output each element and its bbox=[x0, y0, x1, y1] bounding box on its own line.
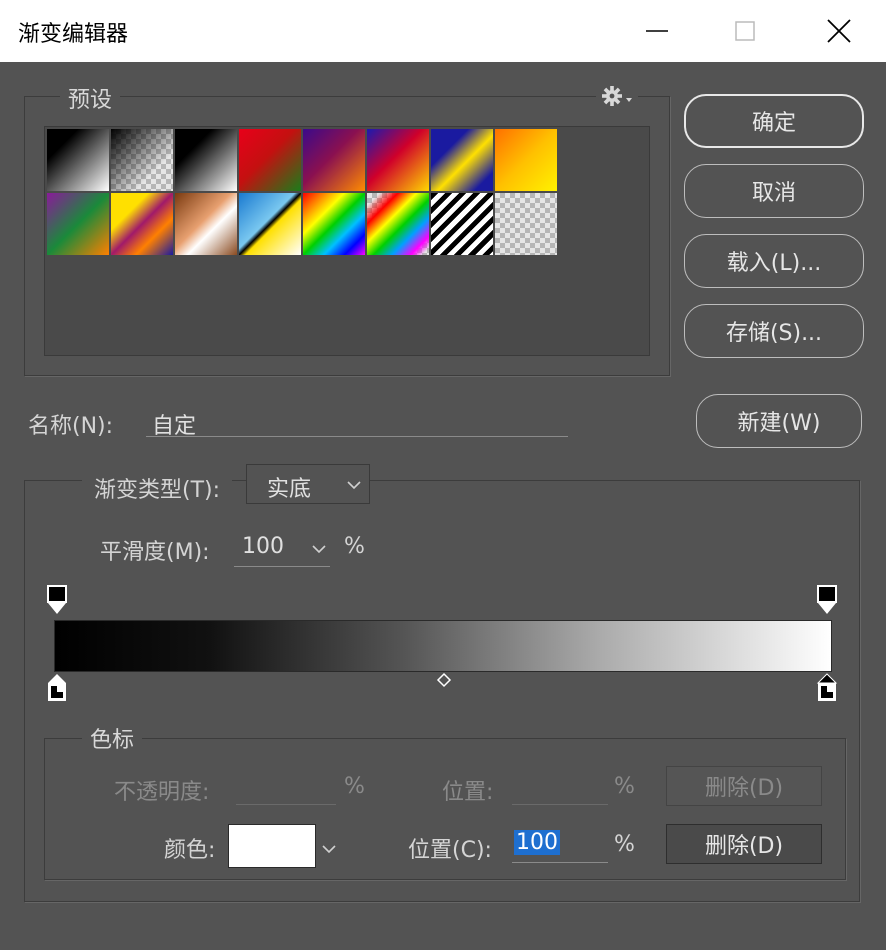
color-delete-button[interactable]: 删除(D) bbox=[666, 824, 822, 864]
name-label: 名称(N): bbox=[28, 414, 114, 439]
color-stop-left[interactable] bbox=[46, 672, 68, 704]
close-icon bbox=[827, 19, 851, 43]
name-underline bbox=[146, 436, 568, 437]
presets-menu-button[interactable] bbox=[596, 84, 638, 112]
color-swatch[interactable] bbox=[228, 824, 316, 868]
preset-blue-red-yellow[interactable] bbox=[367, 129, 429, 191]
presets-list[interactable] bbox=[44, 126, 650, 356]
smoothness-unit: % bbox=[344, 534, 365, 559]
smoothness-underline bbox=[234, 566, 330, 567]
new-button[interactable]: 新建(W) bbox=[696, 394, 862, 448]
midpoint-diamond[interactable] bbox=[436, 672, 452, 688]
preset-red-green[interactable] bbox=[239, 129, 301, 191]
color-label: 颜色: bbox=[164, 838, 216, 863]
opacity-label: 不透明度: bbox=[114, 780, 210, 805]
window-title: 渐变编辑器 bbox=[18, 22, 129, 47]
color-stop-right[interactable] bbox=[816, 672, 838, 704]
preset-copper[interactable] bbox=[175, 193, 237, 255]
opacity-input[interactable] bbox=[236, 804, 336, 805]
cancel-button[interactable]: 取消 bbox=[684, 164, 864, 218]
opacity-stop-left[interactable] bbox=[46, 584, 68, 616]
opacity-delete-button[interactable]: 删除(D) bbox=[666, 766, 822, 806]
smoothness-input[interactable]: 100 bbox=[242, 534, 284, 559]
opacity-location-unit: % bbox=[614, 774, 635, 799]
load-button[interactable]: 载入(L)... bbox=[684, 234, 864, 288]
minimize-button[interactable] bbox=[634, 8, 680, 54]
opacity-unit: % bbox=[344, 774, 365, 799]
color-location-underline bbox=[512, 862, 608, 863]
gradient-type-select[interactable]: 实底 bbox=[246, 464, 370, 504]
ok-button[interactable]: 确定 bbox=[684, 94, 864, 148]
color-dropdown-icon[interactable] bbox=[322, 844, 336, 854]
preset-chrome[interactable] bbox=[239, 193, 301, 255]
close-button[interactable] bbox=[816, 8, 862, 54]
opacity-stop-right[interactable] bbox=[816, 584, 838, 616]
gradient-type-value: 实底 bbox=[267, 477, 312, 502]
preset-violet-green-orange[interactable] bbox=[47, 193, 109, 255]
stops-legend: 色标 bbox=[82, 722, 143, 754]
preset-blue-yellow-blue[interactable] bbox=[431, 129, 493, 191]
gradient-preview-bar[interactable] bbox=[54, 620, 832, 672]
chevron-down-icon bbox=[347, 481, 361, 490]
opacity-location-label: 位置: bbox=[442, 780, 494, 805]
maximize-button[interactable] bbox=[722, 8, 768, 54]
gear-icon bbox=[602, 86, 632, 106]
minimize-icon bbox=[646, 30, 668, 32]
preset-black-white[interactable] bbox=[175, 129, 237, 191]
color-location-input[interactable]: 100 bbox=[514, 830, 560, 855]
save-button[interactable]: 存储(S)... bbox=[684, 304, 864, 358]
color-location-unit: % bbox=[614, 832, 635, 857]
preset-orange-yellow[interactable] bbox=[495, 129, 557, 191]
title-bar: 渐变编辑器 bbox=[0, 0, 886, 62]
opacity-location-input[interactable] bbox=[512, 804, 608, 805]
dialog-body: 预设 确定 取消 载入(L)... 存储(S)... 名称(N): 自定 新建(… bbox=[2, 62, 884, 948]
preset-foreground-background[interactable] bbox=[47, 129, 109, 191]
color-location-label: 位置(C): bbox=[408, 838, 492, 863]
maximize-icon bbox=[735, 21, 755, 41]
presets-legend: 预设 bbox=[60, 82, 121, 114]
preset-spectrum[interactable] bbox=[303, 193, 365, 255]
smoothness-dropdown-icon[interactable] bbox=[312, 544, 326, 554]
preset-neutral-density[interactable] bbox=[495, 193, 557, 255]
preset-transparent-rainbow[interactable] bbox=[367, 193, 429, 255]
preset-transparent-stripes[interactable] bbox=[431, 193, 493, 255]
preset-violet-orange[interactable] bbox=[303, 129, 365, 191]
smoothness-label: 平滑度(M): bbox=[100, 540, 210, 565]
preset-yellow-violet-orange-blue[interactable] bbox=[111, 193, 173, 255]
gradient-type-label: 渐变类型(T): bbox=[82, 472, 233, 504]
preset-foreground-transparent[interactable] bbox=[111, 129, 173, 191]
